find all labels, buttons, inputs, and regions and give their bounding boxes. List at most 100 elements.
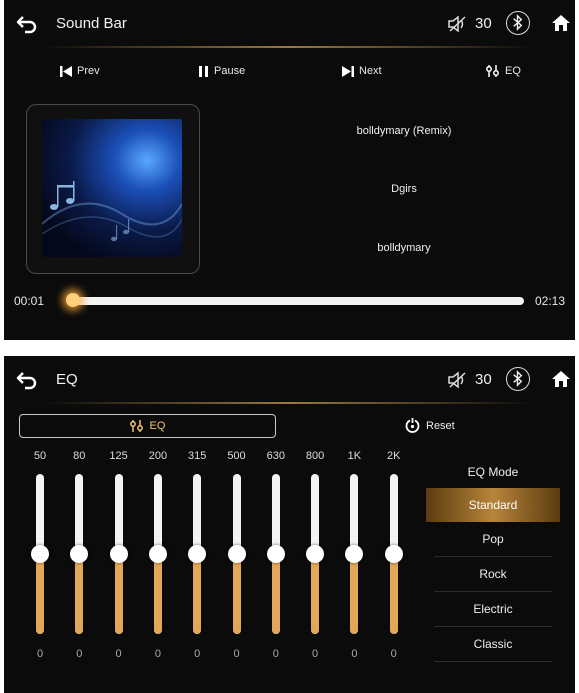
band-frequency-label: 125: [109, 450, 128, 462]
band-gain-value: 0: [194, 648, 201, 660]
elapsed-time: 00:01: [14, 294, 45, 308]
band-slider[interactable]: [266, 474, 285, 634]
band-gain-value: 0: [76, 648, 83, 660]
band-gain-value: 0: [115, 648, 122, 660]
eq-band: 630 0: [261, 450, 291, 660]
band-slider[interactable]: [70, 474, 89, 634]
band-slider-fill: [271, 554, 280, 634]
band-gain-value: 0: [272, 648, 279, 660]
reset-button[interactable]: Reset: [405, 418, 455, 433]
band-slider[interactable]: [148, 474, 167, 634]
eq-band: 500 0: [222, 450, 252, 660]
page-title: EQ: [56, 371, 78, 388]
bluetooth-icon[interactable]: [506, 11, 530, 35]
band-slider[interactable]: [384, 474, 403, 634]
band-slider-fill: [75, 554, 84, 634]
prev-label: Prev: [77, 65, 100, 77]
speaker-muted-icon[interactable]: [447, 15, 467, 33]
eq-mode-pop[interactable]: Pop: [434, 522, 552, 557]
eq-band: 1K 0: [339, 450, 369, 660]
home-icon[interactable]: [551, 370, 571, 388]
band-slider[interactable]: [345, 474, 364, 634]
band-slider-fill: [193, 554, 202, 634]
back-arrow-icon[interactable]: [16, 14, 38, 34]
band-slider-fill: [114, 554, 123, 634]
band-slider-thumb[interactable]: [384, 545, 403, 563]
equalizer-icon: [486, 65, 499, 77]
band-slider-thumb[interactable]: [70, 545, 89, 563]
eq-label: EQ: [505, 65, 521, 77]
album-art: [42, 119, 182, 257]
prev-button[interactable]: Prev: [60, 65, 100, 77]
band-slider-thumb[interactable]: [306, 545, 325, 563]
band-slider[interactable]: [306, 474, 325, 634]
home-icon[interactable]: [551, 14, 571, 32]
band-frequency-label: 800: [305, 450, 325, 462]
reset-icon: [405, 418, 420, 433]
eq-mode-rock[interactable]: Rock: [434, 557, 552, 592]
page-title: Sound Bar: [56, 15, 127, 32]
eq-band: 2K 0: [379, 450, 409, 660]
eq-screen: EQ 30 EQ Reset 50 0 80 0 125 0 200 0 315 0 500 0 630…: [4, 356, 575, 693]
pause-button[interactable]: Pause: [199, 65, 245, 77]
eq-band: 125 0: [104, 450, 134, 660]
track-title: bolldymary (Remix): [356, 125, 452, 137]
progress-bar[interactable]: [65, 293, 524, 307]
eq-tab-label: EQ: [149, 420, 166, 432]
reset-label: Reset: [426, 419, 455, 432]
bluetooth-icon[interactable]: [506, 367, 530, 391]
equalizer-icon: [129, 420, 143, 432]
band-slider-thumb[interactable]: [31, 545, 49, 563]
eq-tab-button[interactable]: EQ: [19, 414, 276, 438]
header-divider: [44, 402, 535, 404]
band-slider-fill: [389, 554, 398, 634]
eq-mode-standard[interactable]: Standard: [426, 488, 560, 522]
band-slider[interactable]: [31, 474, 49, 634]
eq-mode-classic[interactable]: Classic: [434, 627, 552, 662]
band-slider-thumb[interactable]: [148, 545, 167, 563]
header-divider: [44, 46, 535, 48]
eq-mode-title: EQ Mode: [467, 465, 519, 479]
band-slider[interactable]: [227, 474, 246, 634]
eq-button[interactable]: EQ: [486, 65, 521, 77]
band-slider-thumb[interactable]: [345, 545, 364, 563]
eq-mode-list: EQ Mode Standard Pop Rock Electric Classic: [426, 456, 560, 662]
band-gain-value: 0: [154, 648, 161, 660]
next-label: Next: [359, 65, 382, 77]
header-bar: EQ 30: [4, 356, 575, 404]
band-frequency-label: 1K: [347, 450, 362, 462]
band-slider-thumb[interactable]: [266, 545, 285, 563]
band-slider[interactable]: [188, 474, 207, 634]
progress-knob[interactable]: [65, 293, 80, 307]
header-bar: Sound Bar 30: [4, 0, 575, 48]
band-slider-fill: [232, 554, 241, 634]
band-frequency-label: 80: [73, 450, 86, 462]
sound-bar-screen: Sound Bar 30 Prev Pause Next EQ bolldyma…: [4, 0, 575, 340]
album-art-frame: [26, 104, 200, 274]
eq-band: 315 0: [182, 450, 212, 660]
eq-mode-electric[interactable]: Electric: [434, 592, 552, 627]
band-frequency-label: 630: [266, 450, 285, 462]
band-gain-value: 0: [36, 648, 44, 660]
eq-band: 50 0: [25, 450, 55, 660]
skip-previous-icon: [60, 65, 72, 77]
band-slider[interactable]: [109, 474, 128, 634]
band-frequency-label: 2K: [386, 450, 401, 462]
eq-band: 80 0: [64, 450, 94, 660]
track-artist: Dgirs: [391, 183, 417, 195]
band-slider-thumb[interactable]: [109, 545, 128, 563]
band-slider-thumb[interactable]: [227, 545, 246, 563]
total-time: 02:13: [535, 294, 566, 308]
band-slider-fill: [311, 554, 320, 634]
next-button[interactable]: Next: [342, 65, 382, 77]
track-album: bolldymary: [377, 242, 431, 254]
back-arrow-icon[interactable]: [16, 370, 38, 390]
band-slider-fill: [153, 554, 162, 634]
band-slider-thumb[interactable]: [188, 545, 207, 563]
speaker-muted-icon[interactable]: [447, 371, 467, 389]
pause-icon: [199, 65, 208, 77]
band-gain-value: 0: [351, 648, 358, 660]
band-gain-value: 0: [390, 648, 397, 660]
band-slider-fill: [36, 554, 44, 634]
band-gain-value: 0: [312, 648, 319, 660]
